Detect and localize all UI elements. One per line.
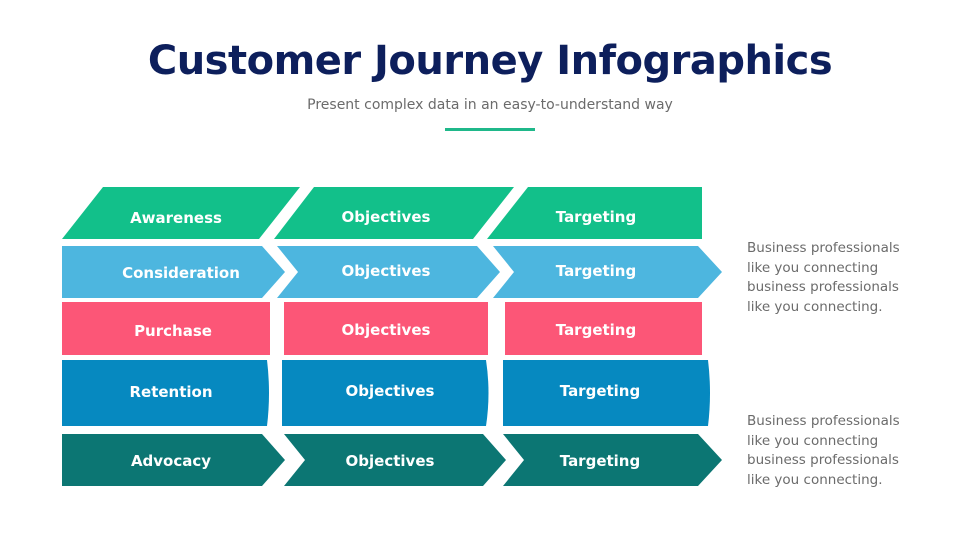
- row-retention: Retention Objectives Targeting: [62, 360, 710, 426]
- description-note-top: Business professionals like you connecti…: [747, 240, 900, 315]
- cell-label: Objectives: [346, 382, 435, 400]
- cell-label: Targeting: [556, 208, 636, 226]
- cell-label: Objectives: [346, 452, 435, 470]
- cell-label: Targeting: [556, 262, 636, 280]
- row-advocacy: Advocacy Objectives Targeting: [62, 434, 722, 486]
- cell-label: Targeting: [560, 382, 640, 400]
- row-consideration: Consideration Objectives Targeting: [62, 246, 722, 298]
- cell-label: Objectives: [342, 208, 431, 226]
- cell-label: Retention: [129, 383, 212, 401]
- cell-label: Consideration: [122, 264, 240, 282]
- cell-label: Advocacy: [131, 452, 211, 470]
- cell-label: Awareness: [130, 209, 222, 227]
- row-purchase: Purchase Objectives Targeting: [62, 302, 702, 355]
- description-note-bottom: Business professionals like you connecti…: [747, 413, 900, 488]
- cell-label: Purchase: [134, 322, 212, 340]
- row-awareness: Awareness Objectives Targeting: [62, 187, 702, 239]
- cell-label: Objectives: [342, 321, 431, 339]
- cell-label: Objectives: [342, 262, 431, 280]
- cell-label: Targeting: [556, 321, 636, 339]
- cell-label: Targeting: [560, 452, 640, 470]
